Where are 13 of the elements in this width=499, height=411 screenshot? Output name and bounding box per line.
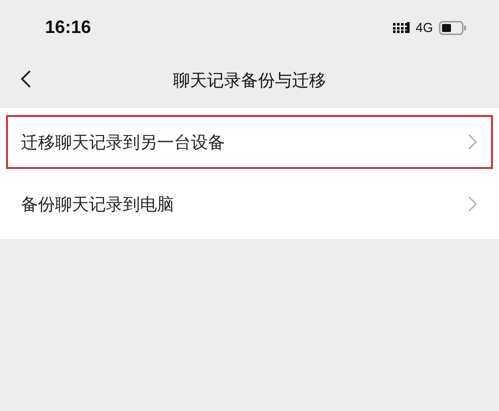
item-label: 备份聊天记录到电脑	[21, 194, 174, 216]
status-time: 16:16	[45, 17, 92, 38]
page-title: 聊天记录备份与迁移	[173, 70, 326, 92]
signal-icon	[392, 22, 410, 33]
network-label: 4G	[416, 20, 433, 35]
back-button[interactable]	[20, 69, 32, 89]
chevron-icon	[468, 134, 477, 150]
list-item[interactable]: 备份聊天记录到电脑	[6, 177, 493, 231]
battery-icon	[439, 20, 467, 34]
chevron-icon	[468, 196, 477, 212]
item-label: 迁移聊天记录到另一台设备	[21, 132, 225, 154]
back-icon	[20, 69, 32, 89]
list-item[interactable]: 迁移聊天记录到另一台设备	[6, 115, 493, 169]
